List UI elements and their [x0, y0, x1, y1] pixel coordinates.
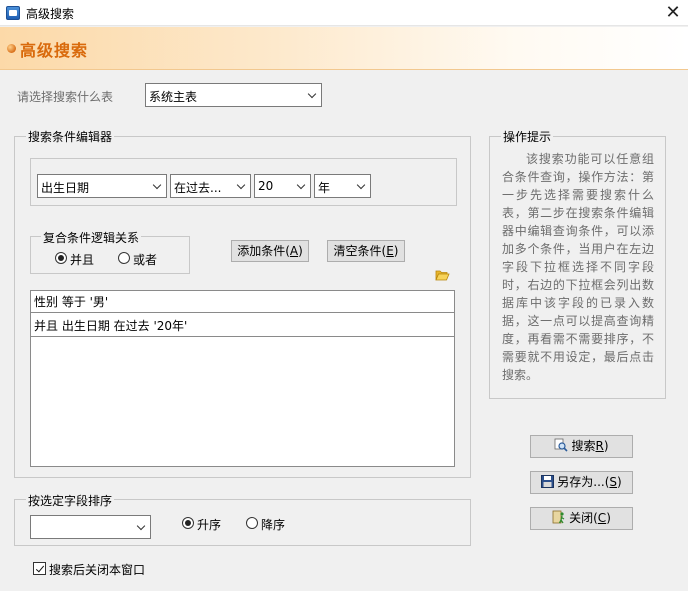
field-value: 出生日期 [41, 181, 90, 195]
floppy-disk-icon [541, 475, 555, 488]
field-dropdown[interactable]: 出生日期 [37, 174, 167, 198]
close-button-label: 关闭( [569, 511, 598, 525]
clear-conditions-label: 清空条件( [333, 244, 387, 258]
descending-label: 降序 [261, 518, 286, 532]
tips-caption: 操作提示 [501, 128, 554, 145]
close-button[interactable]: 关闭(C) [530, 507, 633, 530]
app-icon [6, 6, 20, 20]
logic-caption: 复合条件逻辑关系 [41, 229, 142, 246]
amount-value: 20 [258, 179, 274, 193]
list-item[interactable]: 并且 出生日期 在过去 '20年' [31, 315, 455, 337]
close-button-key: C [597, 511, 607, 525]
close-after-search-checkbox[interactable] [33, 562, 46, 575]
search-button[interactable]: 搜索R) [530, 435, 633, 458]
search-button-key: R [595, 439, 604, 453]
close-after-search-label: 搜索后关闭本窗口 [49, 563, 146, 577]
or-radio[interactable] [118, 252, 130, 264]
save-as-button[interactable]: 另存为...(S) [530, 471, 633, 494]
and-radio[interactable] [55, 252, 67, 264]
add-condition-key: A [289, 244, 299, 258]
list-item[interactable]: 性别 等于 '男' [31, 291, 455, 313]
page-title: 高级搜索 [20, 41, 89, 60]
chevron-down-icon [137, 523, 146, 529]
header-banner: 高级搜索 [0, 27, 688, 70]
amount-dropdown[interactable]: 20 [254, 174, 311, 198]
orange-bullet-icon [7, 44, 16, 53]
tips-text: 该搜索功能可以任意组合条件查询，操作方法：第一步先选择需要搜索什么表，第二步在搜… [502, 152, 654, 382]
table-select-value: 系统主表 [149, 90, 198, 104]
close-button-paren: ) [606, 511, 611, 525]
unit-value: 年 [318, 181, 331, 195]
add-condition-paren: ) [298, 244, 303, 258]
and-label: 并且 [70, 253, 95, 267]
title-bar: 高级搜索 ✕ [0, 0, 688, 26]
table-select-dropdown[interactable]: 系统主表 [145, 83, 322, 107]
descending-radio[interactable] [246, 517, 258, 529]
operator-dropdown[interactable]: 在过去... [170, 174, 251, 198]
chevron-down-icon [237, 182, 246, 188]
ascending-label: 升序 [197, 518, 222, 532]
unit-dropdown[interactable]: 年 [314, 174, 371, 198]
chevron-down-icon [153, 182, 162, 188]
save-as-button-key: S [609, 475, 618, 489]
window-title: 高级搜索 [26, 7, 75, 21]
close-window-icon[interactable]: ✕ [662, 2, 684, 24]
conditions-list[interactable]: 性别 等于 '男' 并且 出生日期 在过去 '20年' [30, 290, 455, 467]
save-as-button-label: 另存为...( [557, 475, 610, 489]
search-button-paren: ) [603, 439, 609, 453]
ascending-radio[interactable] [182, 517, 194, 529]
search-button-label: 搜索 [571, 439, 596, 453]
operator-value: 在过去... [174, 181, 222, 195]
chevron-down-icon [308, 91, 317, 97]
or-label: 或者 [133, 253, 158, 267]
folder-open-icon[interactable] [435, 269, 450, 281]
save-as-button-paren: ) [617, 475, 622, 489]
clear-conditions-button[interactable]: 清空条件(E) [327, 240, 405, 262]
chevron-down-icon [357, 182, 366, 188]
exit-door-icon [552, 510, 565, 524]
sort-caption: 按选定字段排序 [26, 492, 115, 509]
clear-conditions-paren: ) [393, 244, 399, 258]
condition-editor-caption: 搜索条件编辑器 [26, 128, 115, 145]
add-condition-label: 添加条件( [237, 244, 290, 258]
chevron-down-icon [297, 182, 306, 188]
search-icon [555, 438, 569, 452]
sort-field-dropdown[interactable] [30, 515, 151, 539]
add-condition-button[interactable]: 添加条件(A) [231, 240, 309, 262]
table-select-label: 请选择搜索什么表 [17, 90, 114, 104]
clear-conditions-key: E [386, 244, 394, 258]
